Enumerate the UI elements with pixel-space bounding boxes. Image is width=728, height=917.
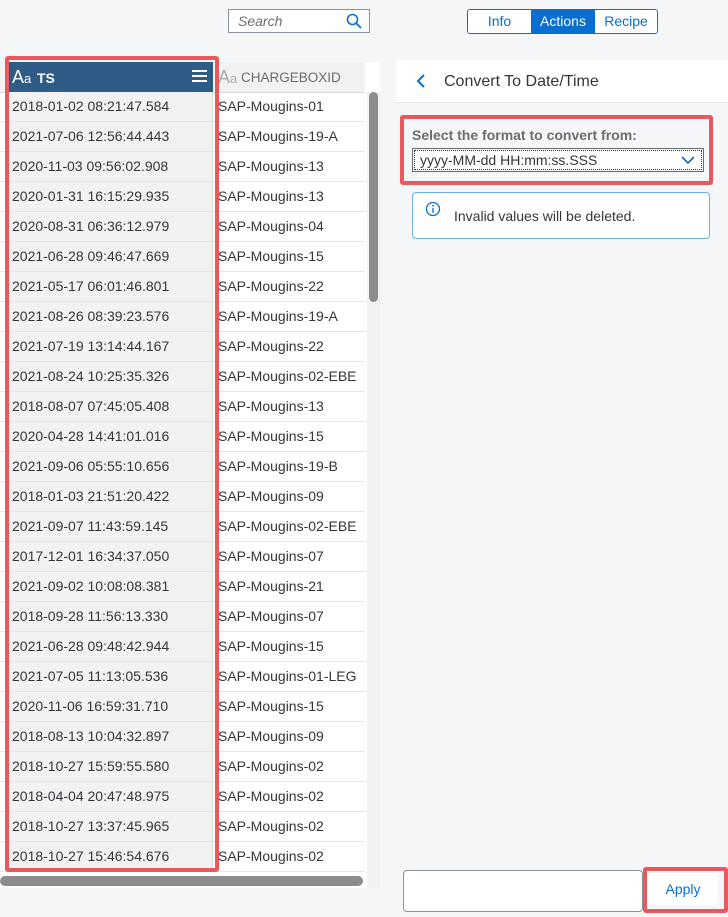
info-message: Invalid values will be deleted. — [412, 192, 710, 239]
cell-chargeboxid[interactable]: SAP-Mougins-22 — [218, 332, 365, 361]
cell-chargeboxid[interactable]: SAP-Mougins-01 — [218, 92, 365, 121]
column-header-chargeboxid[interactable]: Aa CHARGEBOXID — [218, 62, 365, 92]
cell-chargeboxid[interactable]: SAP-Mougins-09 — [218, 722, 365, 751]
panel-header: Convert To Date/Time — [396, 60, 728, 103]
cell-chargeboxid[interactable]: SAP-Mougins-02-EBE — [218, 512, 365, 541]
cell-chargeboxid[interactable]: SAP-Mougins-15 — [218, 422, 365, 451]
cell-chargeboxid[interactable]: SAP-Mougins-15 — [218, 632, 365, 661]
horizontal-scrollbar-thumb[interactable] — [0, 876, 363, 886]
panel-title: Convert To Date/Time — [444, 73, 599, 90]
string-type-icon: Aa — [218, 67, 238, 87]
search-icon[interactable] — [346, 13, 362, 29]
cell-chargeboxid[interactable]: SAP-Mougins-19-A — [218, 122, 365, 151]
action-panel: Convert To Date/Time Select the format t… — [396, 60, 728, 917]
tab-actions[interactable]: Actions — [531, 10, 594, 33]
highlight-ts-column — [5, 56, 219, 872]
footer-input-field[interactable] — [403, 870, 643, 912]
highlight-apply-button — [643, 867, 728, 913]
cell-chargeboxid[interactable]: SAP-Mougins-13 — [218, 392, 365, 421]
cell-chargeboxid[interactable]: SAP-Mougins-02 — [218, 842, 365, 871]
tab-recipe[interactable]: Recipe — [594, 10, 657, 33]
cell-chargeboxid[interactable]: SAP-Mougins-02 — [218, 782, 365, 811]
search-box[interactable] — [228, 9, 370, 33]
cell-chargeboxid[interactable]: SAP-Mougins-09 — [218, 482, 365, 511]
cell-chargeboxid[interactable]: SAP-Mougins-01-LEG — [218, 662, 365, 691]
cell-chargeboxid[interactable]: SAP-Mougins-13 — [218, 182, 365, 211]
cell-chargeboxid[interactable]: SAP-Mougins-21 — [218, 572, 365, 601]
cell-chargeboxid[interactable]: SAP-Mougins-02 — [218, 812, 365, 841]
cell-chargeboxid[interactable]: SAP-Mougins-19-A — [218, 302, 365, 331]
cell-chargeboxid[interactable]: SAP-Mougins-04 — [218, 212, 365, 241]
cell-chargeboxid[interactable]: SAP-Mougins-13 — [218, 152, 365, 181]
tab-info[interactable]: Info — [468, 10, 531, 33]
cell-chargeboxid[interactable]: SAP-Mougins-22 — [218, 272, 365, 301]
column-header-label: CHARGEBOXID — [241, 70, 341, 85]
cell-chargeboxid[interactable]: SAP-Mougins-02-EBE — [218, 362, 365, 391]
cell-chargeboxid[interactable]: SAP-Mougins-15 — [218, 692, 365, 721]
info-icon — [425, 201, 441, 217]
cell-chargeboxid[interactable]: SAP-Mougins-15 — [218, 242, 365, 271]
back-icon[interactable] — [412, 72, 430, 90]
cell-chargeboxid[interactable]: SAP-Mougins-02 — [218, 752, 365, 781]
cell-chargeboxid[interactable]: SAP-Mougins-19-B — [218, 452, 365, 481]
vertical-scrollbar-thumb[interactable] — [369, 92, 378, 302]
info-text: Invalid values will be deleted. — [454, 208, 636, 224]
panel-tabs: Info Actions Recipe — [467, 9, 658, 34]
cell-chargeboxid[interactable]: SAP-Mougins-07 — [218, 542, 365, 571]
search-input[interactable] — [238, 13, 348, 29]
cell-chargeboxid[interactable]: SAP-Mougins-07 — [218, 602, 365, 631]
highlight-format-select — [400, 115, 713, 185]
